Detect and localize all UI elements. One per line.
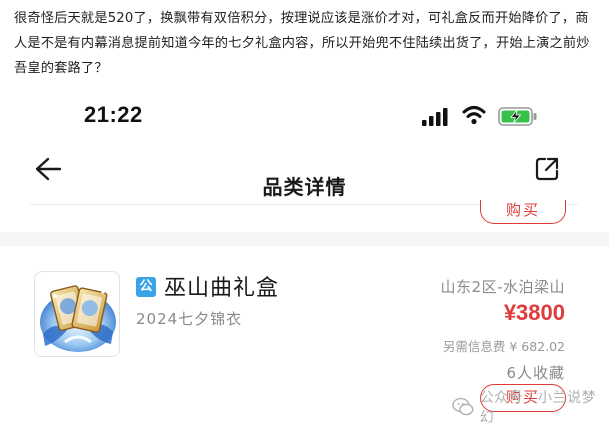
phone-screenshot: 21:22 品类详情 购买 公 巫山曲礼盒 2024七夕锦衣 山东2区-水泊梁山… [0, 96, 609, 430]
item-name[interactable]: 巫山曲礼盒 [164, 270, 279, 302]
favorites-count: 6人收藏 [506, 364, 565, 382]
item-thumbnail[interactable] [34, 271, 120, 357]
server-name: 山东2区-水泊梁山 [440, 278, 565, 296]
info-fee: 另需信息费 ¥ 682.02 [442, 339, 565, 354]
signal-icon [422, 108, 448, 126]
list-separator [0, 232, 609, 246]
battery-charging-icon [498, 107, 537, 126]
wifi-icon [462, 106, 486, 125]
article-intro-text: 很奇怪后天就是520了，换飘带有双倍积分，按理说应该是涨价才对，可礼盒反而开始降… [14, 11, 590, 76]
share-icon[interactable] [534, 156, 560, 182]
item-subtitle: 2024七夕锦衣 [136, 310, 243, 328]
wechat-icon [452, 397, 474, 416]
status-time: 21:22 [84, 102, 143, 127]
watermark-text: 公众号 · 小兰说梦幻 [479, 390, 597, 426]
watermark: 公众号 · 小兰说梦幻 [452, 390, 609, 426]
official-badge-icon: 公 [136, 277, 156, 297]
item-price: ¥3800 [503, 300, 565, 325]
page-title: 品类详情 [262, 175, 347, 199]
buy-button-previous[interactable]: 购买 [480, 200, 566, 224]
gift-box-image [35, 272, 119, 356]
